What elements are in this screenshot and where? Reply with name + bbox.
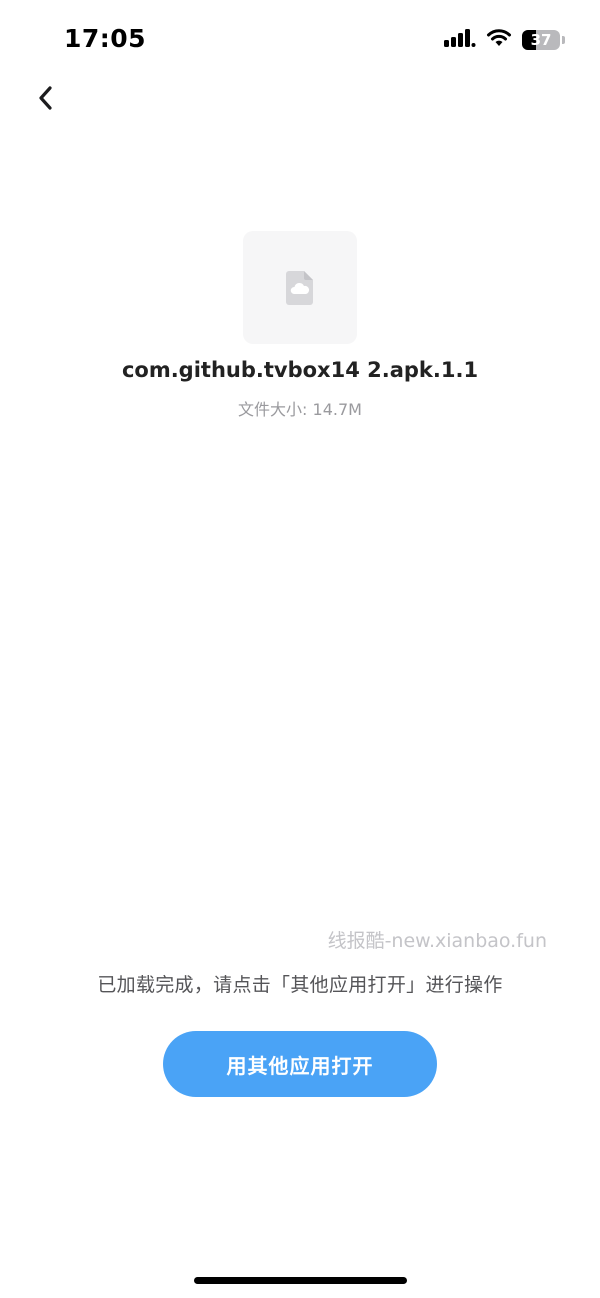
open-with-other-app-button[interactable]: 用其他应用打开: [163, 1031, 437, 1097]
back-button[interactable]: [26, 78, 66, 118]
home-indicator[interactable]: [194, 1277, 407, 1284]
status-icons: 37: [444, 26, 565, 54]
battery-cap: [562, 36, 565, 44]
load-complete-hint: 已加载完成，请点击「其他应用打开」进行操作: [97, 974, 503, 996]
wifi-icon: [486, 28, 512, 52]
cellular-signal-icon: [444, 28, 476, 52]
battery-icon: 37: [522, 30, 565, 50]
file-size: 文件大小: 14.7M: [238, 400, 362, 419]
status-time: 17:05: [64, 24, 147, 53]
file-preview-screen: 17:05 37 com.github.tvbox14 2.apk.1.1 文件…: [0, 0, 600, 1298]
file-name: com.github.tvbox14 2.apk.1.1: [121, 358, 479, 382]
battery-level: 37: [530, 31, 552, 49]
chevron-left-icon: [39, 86, 52, 110]
cloud-file-icon: [286, 270, 313, 305]
file-icon-tile: [243, 231, 357, 344]
watermark-text: 线报酷-new.xianbao.fun: [327, 930, 547, 952]
